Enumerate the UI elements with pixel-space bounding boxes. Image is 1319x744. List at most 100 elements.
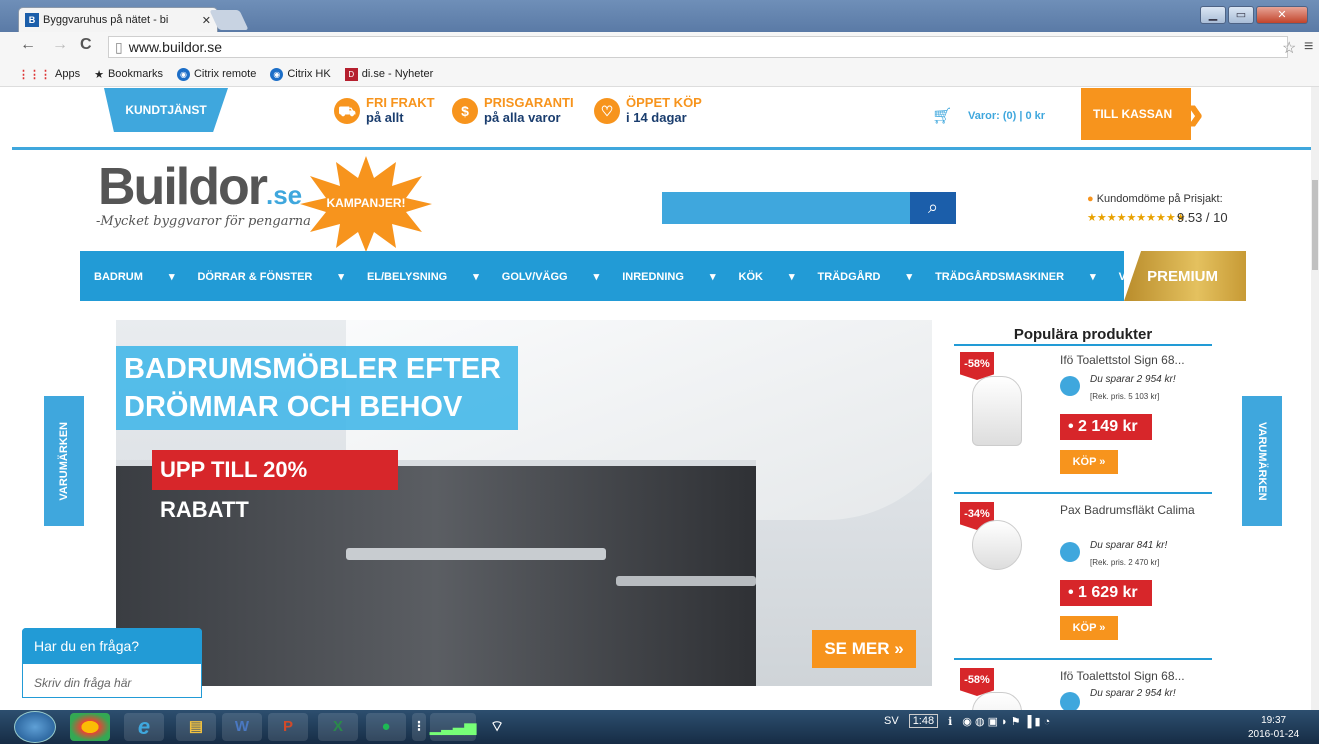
battery-indicator[interactable]: 1:48 [908, 714, 939, 728]
wifi-icon[interactable]: ⌔ [482, 713, 512, 741]
close-window-icon[interactable]: ✕ [1256, 6, 1308, 24]
heart-icon: ♡ [594, 97, 620, 124]
search-icon[interactable]: ⌕ [910, 192, 956, 224]
product-image[interactable] [972, 692, 1022, 710]
hero-discount: UPP TILL 20% RABATT [152, 450, 398, 522]
product-name[interactable]: Ifö Toalettstol Sign 68... [1060, 668, 1210, 685]
word-icon[interactable]: W [222, 713, 262, 741]
savings-icon [1060, 542, 1080, 562]
product-image[interactable] [972, 520, 1022, 570]
tab-title: Byggvaruhus på nätet - bi [43, 14, 169, 26]
kundtjanst-tab[interactable]: KUNDTJÄNST [104, 88, 228, 132]
nav-tradgardsmaskiner[interactable]: TRÄDGÅRDSMASKINER ▾ [935, 270, 1096, 283]
chevrons-icon[interactable]: ››› [1186, 85, 1236, 140]
savings-icon [1060, 692, 1080, 710]
product-image[interactable] [972, 376, 1022, 446]
hero-handle [616, 576, 756, 586]
bookmark-bookmarks[interactable]: ★ Bookmarks [94, 68, 163, 81]
nav-kok[interactable]: KÖK ▾ [739, 270, 795, 283]
checkout-button[interactable]: TILL KASSAN [1081, 88, 1191, 140]
nav-el-belysning[interactable]: EL/BELYSNING ▾ [367, 270, 479, 283]
product-price: • 2 149 kr [1060, 414, 1152, 440]
bookmark-citrix-hk[interactable]: ◉ Citrix HK [270, 67, 331, 81]
nav-dorrar-fonster[interactable]: DÖRRAR & FÖNSTER ▾ [197, 270, 343, 283]
campaign-label[interactable]: KAMPANJER! [316, 196, 416, 210]
search-input[interactable] [662, 192, 910, 224]
explorer-icon[interactable]: ▤ [176, 713, 216, 741]
usp-price-guarantee: $ PRISGARANTI på alla varor [452, 96, 574, 125]
address-bar[interactable]: ▯ www.buildor.se [108, 36, 1288, 58]
chrome-icon[interactable] [70, 713, 110, 741]
di-icon: D [344, 67, 358, 81]
chat-title[interactable]: Har du en fråga? [22, 628, 202, 664]
bookmark-citrix-remote[interactable]: ◉ Citrix remote [176, 67, 256, 81]
main-nav: BADRUM ▾ DÖRRAR & FÖNSTER ▾ EL/BELYSNING… [80, 251, 1172, 301]
nav-badrum[interactable]: BADRUM ▾ [94, 270, 174, 283]
bookmark-star-icon[interactable]: ☆ [1282, 38, 1296, 58]
citrix-icon: ◉ [176, 67, 190, 81]
cart-icon[interactable]: 🛒︎ [932, 106, 952, 126]
product-name[interactable]: Ifö Toalettstol Sign 68... [1060, 352, 1210, 369]
nav-golv-vagg[interactable]: GOLV/VÄGG ▾ [502, 270, 599, 283]
cart-summary[interactable]: Varor: (0) | 0 kr [968, 110, 1045, 122]
prisjakt-icon: ● [1087, 193, 1094, 205]
product-card[interactable]: -34% Pax Badrumsfläkt Calima Du sparar 8… [954, 496, 1212, 646]
brands-tab-right[interactable]: VARUMÄRKEN [1242, 396, 1282, 526]
buy-button[interactable]: KÖP » [1060, 616, 1118, 640]
info-icon[interactable]: ℹ [948, 715, 952, 728]
rating-score: 9.53 / 10 [1177, 210, 1228, 225]
browser-tab[interactable]: B Byggvaruhus på nätet - bi ✕ [18, 7, 218, 32]
savings-icon [1060, 376, 1080, 396]
hero-banner[interactable]: BADRUMSMÖBLER EFTER DRÖMMAR OCH BEHOV UP… [116, 320, 932, 686]
taskbar-scroll-icon[interactable]: ⁝ [412, 713, 426, 741]
excel-icon[interactable]: X [318, 713, 358, 741]
url-text: www.buildor.se [128, 39, 223, 55]
product-savings: Du sparar 841 kr! [1090, 540, 1168, 551]
slogan: -Mycket byggvaror för pengarna [96, 214, 311, 229]
buy-button[interactable]: KÖP » [1060, 450, 1118, 474]
product-savings: Du sparar 2 954 kr! [1090, 374, 1176, 385]
truck-icon: ⛟ [334, 97, 360, 124]
product-name[interactable]: Pax Badrumsfläkt Calima [1060, 502, 1210, 519]
see-more-button[interactable]: SE MER » [812, 630, 916, 668]
ie-icon[interactable]: e [124, 713, 164, 741]
bookmarks-bar: ⋮⋮⋮ Apps ★ Bookmarks ◉ Citrix remote ◉ Citri… [0, 62, 1319, 87]
prisjakt-label: ● Kundomdöme på Prisjakt: [1087, 193, 1223, 205]
back-icon[interactable]: ← [20, 36, 36, 54]
usp-open-purchase: ♡ ÖPPET KÖP i 14 dagar [594, 96, 702, 125]
bookmark-apps[interactable]: ⋮⋮⋮ Apps [18, 68, 80, 81]
star-icon: ★ [94, 68, 104, 81]
system-tray: SV 1:48 ℹ ◉ ◍ ▣ ◗ ⚑ ▐ ▮ ◔ [884, 714, 1050, 728]
chat-input[interactable]: Skriv din fråga här [34, 676, 131, 690]
hero-handle [346, 548, 606, 560]
divider [954, 658, 1212, 660]
hero-headline: BADRUMSMÖBLER EFTER DRÖMMAR OCH BEHOV [116, 346, 518, 430]
product-rek-price: [Rek. pris. 2 470 kr] [1090, 558, 1160, 567]
tray-icons[interactable]: ◉ ◍ ▣ ◗ ⚑ ▐ ▮ ◔ [962, 715, 1050, 728]
language-indicator[interactable]: SV [884, 715, 899, 727]
menu-icon[interactable]: ≡ [1304, 38, 1313, 56]
premium-link[interactable]: PREMIUM [1124, 251, 1246, 301]
product-card[interactable]: -58% Ifö Toalettstol Sign 68... Du spara… [954, 662, 1212, 710]
forward-icon[interactable]: → [52, 36, 68, 54]
bookmark-di-se[interactable]: Ddi.se - Nyheter [344, 67, 433, 81]
clock[interactable]: 19:37 2016-01-24 [1248, 714, 1299, 742]
nav-inredning[interactable]: INREDNING ▾ [622, 270, 715, 283]
nav-tradgard[interactable]: TRÄDGÅRD ▾ [818, 270, 913, 283]
product-price: • 1 629 kr [1060, 580, 1152, 606]
tab-close-icon[interactable]: ✕ [202, 14, 211, 27]
product-rek-price: [Rek. pris. 5 103 kr] [1090, 392, 1160, 401]
spotify-icon[interactable]: ● [366, 713, 406, 741]
product-savings: Du sparar 2 954 kr! [1090, 688, 1176, 699]
brands-tab-left[interactable]: VARUMÄRKEN [44, 396, 84, 526]
product-card[interactable]: -58% Ifö Toalettstol Sign 68... Du spara… [954, 346, 1212, 496]
signal-meter-icon[interactable]: ▁▂▃▅ [430, 713, 476, 741]
restore-icon[interactable]: ▭ [1228, 6, 1254, 24]
start-button[interactable] [14, 711, 56, 743]
divider [954, 492, 1212, 494]
powerpoint-icon[interactable]: P [268, 713, 308, 741]
scrollbar-thumb[interactable] [1312, 180, 1318, 270]
citrix-icon: ◉ [270, 67, 284, 81]
minimize-icon[interactable]: ▁ [1200, 6, 1226, 24]
reload-icon[interactable]: C [80, 36, 92, 54]
